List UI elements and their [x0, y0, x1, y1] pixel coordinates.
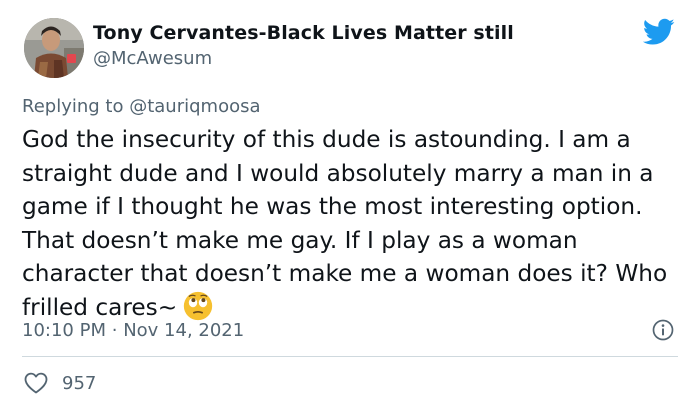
reply-mention-link[interactable]: @tauriqmoosa: [129, 96, 260, 117]
tweet-time: 10:10 PM: [22, 320, 106, 341]
info-icon[interactable]: [651, 318, 675, 342]
tweet-timestamp[interactable]: 10:10 PM · Nov 14, 2021: [22, 320, 244, 341]
like-button[interactable]: 957: [24, 372, 96, 394]
heart-icon: [24, 372, 48, 394]
like-count: 957: [62, 372, 97, 394]
profile-photo-icon: [24, 18, 84, 78]
tweet-card: Tony Cervantes-Black Lives Matter still …: [0, 0, 700, 410]
meta-separator: ·: [111, 320, 118, 341]
twitter-bird-icon[interactable]: [643, 18, 675, 46]
divider: [22, 356, 678, 357]
author-info: Tony Cervantes-Black Lives Matter still …: [93, 22, 514, 69]
face-with-rolling-eyes-icon: [183, 291, 213, 320]
author-handle[interactable]: @McAwesum: [93, 48, 514, 69]
tweet-date: Nov 14, 2021: [123, 320, 245, 341]
reply-context: Replying to @tauriqmoosa: [22, 96, 261, 117]
tweet-text: God the insecurity of this dude is astou…: [22, 126, 668, 321]
avatar[interactable]: [24, 18, 84, 78]
author-display-name[interactable]: Tony Cervantes-Black Lives Matter still: [93, 22, 514, 44]
reply-prefix: Replying to: [22, 96, 124, 117]
tweet-body: God the insecurity of this dude is astou…: [22, 123, 684, 324]
